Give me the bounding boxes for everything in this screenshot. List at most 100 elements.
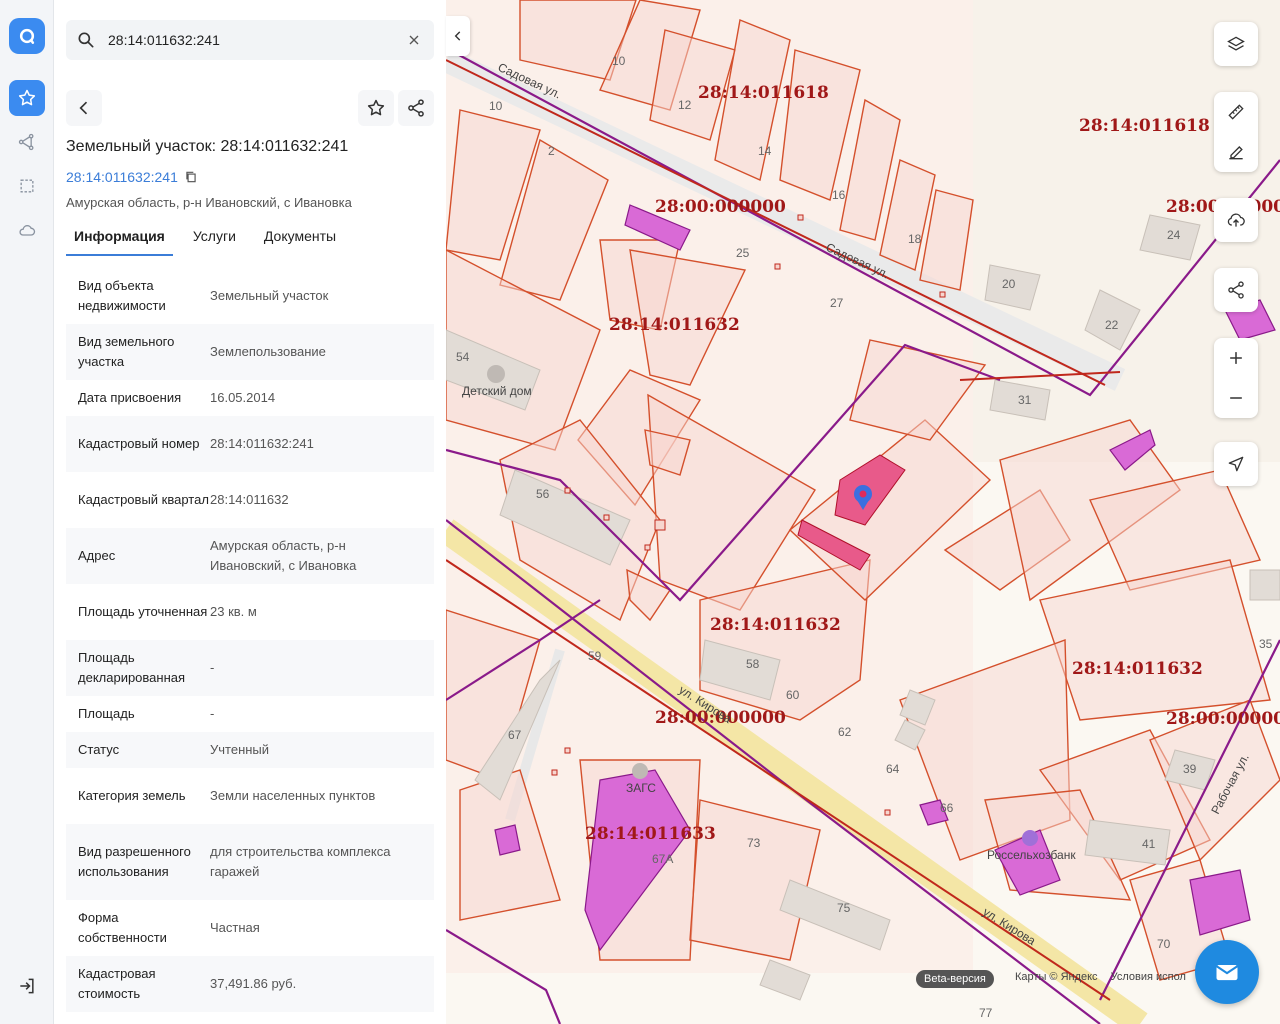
cadastral-link[interactable]: 28:14:011632:241: [66, 169, 198, 185]
house-number: 10: [489, 99, 503, 113]
house-number: 64: [886, 762, 900, 776]
property-key: Кадастровый квартал: [78, 492, 209, 507]
house-number: 22: [1105, 318, 1119, 332]
app-root: Земельный участок: 28:14:011632:241 28:1…: [0, 0, 1280, 1024]
property-value: -: [210, 706, 215, 721]
house-number: 67А: [652, 852, 673, 866]
share-button[interactable]: [398, 90, 434, 126]
tab-information[interactable]: Информация: [66, 220, 173, 256]
house-number: 56: [536, 487, 550, 501]
property-key: Форма собственности: [78, 910, 167, 945]
property-key: Площадь декларированная: [78, 650, 186, 685]
route-icon: [18, 133, 34, 151]
property-key: Адрес: [78, 548, 116, 563]
star-icon: [367, 99, 385, 116]
favorites-button[interactable]: [9, 80, 45, 116]
zoom-out-button[interactable]: [1214, 378, 1258, 418]
edit-button[interactable]: [1214, 132, 1258, 172]
house-number: 62: [838, 725, 852, 739]
layers-button[interactable]: [1214, 22, 1258, 66]
property-key: Вид разрешенного использования: [78, 844, 191, 879]
house-number: 67: [508, 728, 522, 742]
property-row: Форма собственности Частная: [66, 900, 434, 956]
parcel-address: Амурская область, р-н Ивановский, с Иван…: [66, 195, 352, 210]
property-row: Вид разрешенного использования для строит…: [66, 824, 434, 900]
cloud-button[interactable]: [9, 212, 45, 248]
zoom-in-icon: [1230, 352, 1242, 364]
property-row: Вид земельного участка Землепользование: [66, 324, 434, 380]
attribution-yandex[interactable]: Карты © Яндекс: [1015, 971, 1098, 983]
map-label: 28:00:000000: [655, 197, 786, 217]
house-number: 77: [979, 1006, 993, 1020]
tab-documents[interactable]: Документы: [256, 220, 344, 256]
cadastral-link-text[interactable]: 28:14:011632:241: [66, 169, 178, 185]
property-value: Земли населенных пунктов: [210, 788, 376, 803]
poi-label: ЗАГС: [626, 781, 656, 795]
beta-badge: Beta-версия: [916, 970, 994, 988]
poi-icon[interactable]: [632, 763, 648, 779]
property-key: Площадь: [78, 706, 135, 721]
property-value: 16.05.2014: [210, 390, 276, 405]
back-button[interactable]: [66, 90, 102, 126]
property-key: Категория земель: [78, 788, 186, 803]
property-value: 37,491.86 руб.: [210, 976, 297, 991]
map-label: 28:00:000000: [1166, 709, 1280, 729]
zoom-in-button[interactable]: [1214, 338, 1258, 378]
attribution-terms[interactable]: Условия испол: [1111, 971, 1186, 983]
house-number: 66: [940, 801, 954, 815]
house-number: 25: [736, 246, 750, 260]
logout-button[interactable]: [9, 968, 45, 1004]
house-number: 70: [1157, 937, 1171, 951]
house-number: 59: [588, 649, 602, 663]
chevron-left-icon: [454, 31, 461, 41]
house-number: 24: [1167, 228, 1181, 242]
property-row: Кадастровая стоимость 37,491.86 руб.: [66, 956, 434, 1012]
house-number: 14: [758, 144, 772, 158]
zoom-out-icon: [1230, 397, 1242, 399]
property-row: Категория земель Земли населенных пунктов: [66, 768, 434, 824]
property-value: Земельный участок: [210, 288, 329, 303]
share-control: [1214, 268, 1258, 312]
house-number: 75: [837, 901, 851, 915]
favorite-button[interactable]: [358, 90, 394, 126]
poi-icon[interactable]: [487, 365, 505, 383]
map-share-button[interactable]: [1214, 268, 1258, 312]
house-number: 10: [612, 54, 626, 68]
property-value: для строительства комплекса гаражей: [210, 844, 391, 879]
map-canvas[interactable]: 28:14:011618 28:14:011618 28:00:000000 2…: [446, 0, 1280, 1024]
map-label: 28:14:011618: [698, 83, 829, 103]
upload-button[interactable]: [1214, 198, 1258, 242]
zoom-control: [1214, 338, 1258, 418]
feedback-button[interactable]: [1195, 940, 1259, 1004]
locate-button[interactable]: [1214, 442, 1258, 486]
collapse-panel-button[interactable]: [446, 16, 470, 56]
property-row: Кадастровый номер 28:14:011632:241: [66, 416, 434, 472]
property-row: Площадь декларированная -: [66, 640, 434, 696]
bank-icon[interactable]: [1022, 830, 1038, 846]
house-number: 73: [747, 836, 761, 850]
ruler-button[interactable]: [1214, 92, 1258, 132]
edit-icon: [1229, 146, 1243, 160]
tab-services[interactable]: Услуги: [185, 220, 244, 256]
share-icon: [1228, 281, 1244, 299]
tab-bar: Информация Услуги Документы: [66, 220, 434, 256]
property-row: Адрес Амурская область, р-н Ивановский, с…: [66, 528, 434, 584]
ruler-icon: [1228, 104, 1244, 120]
upload-control: [1214, 198, 1258, 242]
info-panel: Земельный участок: 28:14:011632:241 28:1…: [54, 0, 446, 1024]
selection-button[interactable]: [9, 168, 45, 204]
search-input[interactable]: [108, 32, 398, 48]
route-button[interactable]: [9, 124, 45, 160]
map-view[interactable]: 28:14:011618 28:14:011618 28:00:000000 2…: [446, 0, 1280, 1024]
close-icon[interactable]: [406, 32, 422, 48]
locate-icon: [1228, 456, 1244, 472]
house-number: 31: [1018, 393, 1032, 407]
property-key: Кадастровый номер: [78, 436, 200, 451]
properties-table: Вид объекта недвижимости Земельный участо…: [66, 268, 434, 1012]
layers-control: [1214, 22, 1258, 66]
layers-icon: [1227, 36, 1245, 51]
property-value: Землепользование: [210, 344, 326, 359]
logo-icon[interactable]: [9, 18, 45, 54]
copy-icon[interactable]: [184, 170, 198, 184]
selection-icon: [20, 179, 34, 193]
